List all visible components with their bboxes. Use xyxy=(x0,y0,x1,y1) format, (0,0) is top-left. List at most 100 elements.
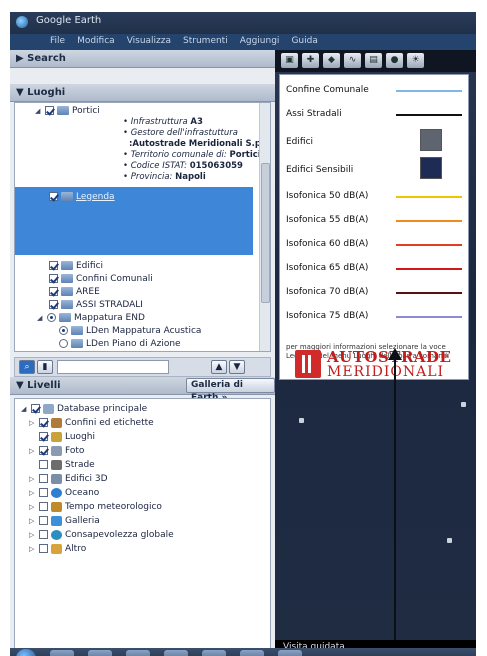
taskbar-app-icon[interactable] xyxy=(164,650,188,656)
places-scrollbar[interactable] xyxy=(259,103,270,351)
place-portici[interactable]: ◢ Portici xyxy=(35,104,100,117)
tempo-checkbox[interactable] xyxy=(39,502,48,511)
confini-checkbox[interactable] xyxy=(49,274,58,283)
sun-icon[interactable]: ☀ xyxy=(407,53,424,68)
move-down-icon[interactable]: ▼ xyxy=(229,360,245,374)
place-assi-stradali[interactable]: ASSI STRADALI xyxy=(49,298,143,311)
place-legenda-selected[interactable]: Legenda xyxy=(15,187,253,255)
taskbar-app-icon[interactable] xyxy=(202,650,226,656)
legenda-row[interactable]: Legenda xyxy=(49,190,115,203)
lden-piano-radio[interactable] xyxy=(59,339,68,348)
layer-altro[interactable]: ▷ Altro xyxy=(29,542,86,555)
confini-label: Confini Comunali xyxy=(76,273,153,284)
place-lden-mappatura[interactable]: LDen Mappatura Acustica xyxy=(59,324,201,337)
legenda-link[interactable]: Legenda xyxy=(76,192,115,202)
expand-triangle-icon[interactable]: ▷ xyxy=(29,489,36,497)
edifici3d-label: Edifici 3D xyxy=(65,473,108,484)
expand-triangle-icon[interactable]: ▷ xyxy=(29,419,36,427)
place-edifici[interactable]: Edifici xyxy=(49,259,103,272)
collapse-triangle-icon: ▼ xyxy=(16,380,28,391)
start-button-icon[interactable] xyxy=(16,649,36,656)
layer-tempo[interactable]: ▷ Tempo meteorologico xyxy=(29,500,162,513)
legend-line-iso55 xyxy=(396,220,462,222)
place-lden-piano[interactable]: LDen Piano di Azione xyxy=(59,337,181,350)
altro-checkbox[interactable] xyxy=(39,544,48,553)
map-marker[interactable] xyxy=(447,538,452,543)
place-mappatura-end[interactable]: ◢ Mappatura END xyxy=(37,311,145,324)
places-panel-header[interactable]: ▼ Luoghi xyxy=(10,84,275,102)
confini-etichette-checkbox[interactable] xyxy=(39,418,48,427)
tour-icon[interactable]: ● xyxy=(386,53,403,68)
map-marker[interactable] xyxy=(299,418,304,423)
layer-oceano[interactable]: ▷ Oceano xyxy=(29,486,99,499)
expand-triangle-icon[interactable]: ▷ xyxy=(29,503,36,511)
menu-aggiungi[interactable]: Aggiungi xyxy=(240,36,280,50)
foto-checkbox[interactable] xyxy=(39,446,48,455)
place-confini-comunali[interactable]: Confini Comunali xyxy=(49,272,153,285)
lden-mappatura-radio[interactable] xyxy=(59,326,68,335)
taskbar-app-icon[interactable] xyxy=(240,650,264,656)
placemark-icon[interactable]: ✚ xyxy=(302,53,319,68)
menu-guida[interactable]: Guida xyxy=(291,36,317,50)
database-checkbox[interactable] xyxy=(31,404,40,413)
earth-gallery-button[interactable]: Galleria di Earth » xyxy=(186,378,275,403)
path-icon[interactable]: ∿ xyxy=(344,53,361,68)
layer-foto[interactable]: ▷ Foto xyxy=(29,444,84,457)
edifici-checkbox[interactable] xyxy=(49,261,58,270)
strade-checkbox[interactable] xyxy=(39,460,48,469)
legend-label-assi: Assi Stradali xyxy=(286,109,342,119)
search-toggle-icon[interactable]: ⌕ xyxy=(19,360,35,374)
taskbar-app-icon[interactable] xyxy=(126,650,150,656)
layers-panel-header[interactable]: ▼ Livelli Galleria di Earth » xyxy=(10,377,275,403)
aree-checkbox[interactable] xyxy=(49,287,58,296)
layer-luoghi[interactable]: Luoghi xyxy=(39,430,95,443)
menu-modifica[interactable]: Modifica xyxy=(77,36,115,50)
layer-database-principale[interactable]: ◢ Database principale xyxy=(21,402,147,415)
legenda-checkbox[interactable] xyxy=(49,192,58,201)
panel-toggle-icon[interactable]: ▮ xyxy=(37,360,53,374)
layer-confini-etichette[interactable]: ▷ Confini ed etichette xyxy=(29,416,154,429)
map-marker[interactable] xyxy=(461,402,466,407)
move-up-icon[interactable]: ▲ xyxy=(211,360,227,374)
places-filter-input[interactable] xyxy=(57,360,169,374)
expand-triangle-icon[interactable]: ▷ xyxy=(29,545,36,553)
layer-consapevolezza[interactable]: ▷ Consapevolezza globale xyxy=(29,528,174,541)
search-panel-header[interactable]: ▶ Search xyxy=(10,50,275,68)
assi-checkbox[interactable] xyxy=(49,300,58,309)
menu-visualizza[interactable]: Visualizza xyxy=(127,36,171,50)
expand-triangle-icon[interactable]: ▷ xyxy=(29,531,36,539)
collapse-triangle-icon[interactable]: ◢ xyxy=(21,405,28,413)
menu-file[interactable]: File xyxy=(50,36,65,50)
expand-triangle-icon[interactable]: ▷ xyxy=(29,447,36,455)
layer-strade[interactable]: Strade xyxy=(39,458,95,471)
info-infrastruttura: • Infrastruttura A3 xyxy=(123,117,203,127)
oceano-checkbox[interactable] xyxy=(39,488,48,497)
taskbar-app-icon[interactable] xyxy=(278,650,302,656)
expand-triangle-icon[interactable]: ▷ xyxy=(29,517,36,525)
taskbar-app-icon[interactable] xyxy=(50,650,74,656)
taskbar-app-icon[interactable] xyxy=(88,650,112,656)
layer-edifici-3d[interactable]: ▷ Edifici 3D xyxy=(29,472,108,485)
expand-triangle-icon[interactable]: ▷ xyxy=(29,475,36,483)
map-view[interactable]: ▣ ✚ ◆ ∿ ▤ ● ☀ Confine Comunale Assi Stra… xyxy=(275,50,476,656)
menu-strumenti[interactable]: Strumenti xyxy=(183,36,228,50)
layer-galleria[interactable]: ▷ Galleria xyxy=(29,514,100,527)
consapevolezza-checkbox[interactable] xyxy=(39,530,48,539)
mappatura-radio[interactable] xyxy=(47,313,56,322)
polygon-icon[interactable]: ◆ xyxy=(323,53,340,68)
overlay-icon[interactable]: ▤ xyxy=(365,53,382,68)
collapse-triangle-icon[interactable]: ◢ xyxy=(35,107,42,115)
galleria-checkbox[interactable] xyxy=(39,516,48,525)
luoghi-label: Luoghi xyxy=(65,431,95,442)
edifici3d-checkbox[interactable] xyxy=(39,474,48,483)
places-scroll-thumb[interactable] xyxy=(261,163,270,303)
portici-checkbox[interactable] xyxy=(45,106,54,115)
expand-triangle-icon: ▶ xyxy=(16,53,28,64)
sidebar-toggle-icon[interactable]: ▣ xyxy=(281,53,298,68)
collapse-triangle-icon[interactable]: ◢ xyxy=(37,314,44,322)
luoghi-checkbox[interactable] xyxy=(39,432,48,441)
legend-label-iso50: Isofonica 50 dB(A) xyxy=(286,191,369,201)
territorio-value: Portici xyxy=(229,150,261,160)
info-provincia: • Provincia: Napoli xyxy=(123,172,206,182)
place-aree[interactable]: AREE xyxy=(49,285,100,298)
